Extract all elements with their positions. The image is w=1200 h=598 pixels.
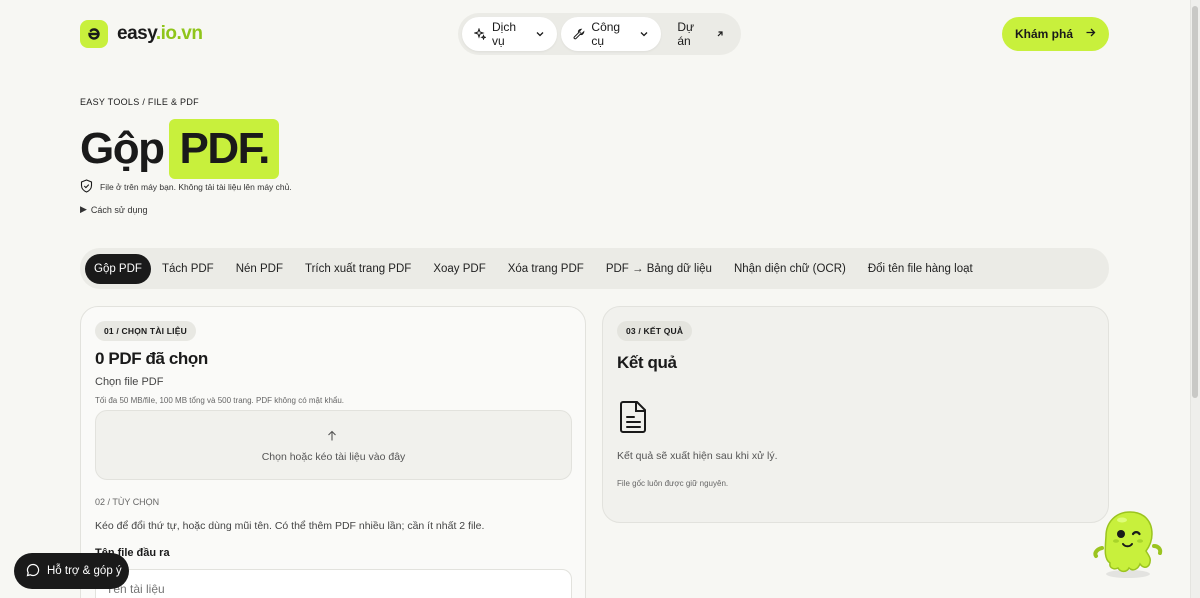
privacy-note-text: File ở trên máy bạn. Không tải tài liệu … [100, 182, 292, 192]
logo-icon [80, 20, 108, 48]
select-documents-panel: 01 / CHỌN TÀI LIỆU 0 PDF đã chọn Chọn fi… [80, 306, 586, 598]
arrow-up-icon [326, 429, 338, 447]
arrow-right-icon [1085, 27, 1096, 41]
selected-count-heading: 0 PDF đã chọn [95, 349, 208, 368]
mascot-icon[interactable] [1092, 506, 1164, 587]
nav-projects-label: Dự án [677, 20, 695, 48]
document-icon [619, 400, 649, 439]
logo[interactable]: easy.io.vn [80, 20, 203, 48]
chevron-down-icon [639, 29, 649, 39]
privacy-note: File ở trên máy bạn. Không tải tài liệu … [80, 179, 292, 195]
tab-ocr[interactable]: Nhận diện chữ (OCR) [723, 254, 857, 284]
nav-projects[interactable]: Dự án [665, 17, 737, 51]
breadcrumb: EASY TOOLS / FILE & PDF [80, 97, 199, 107]
reorder-instructions: Kéo để đổi thứ tự, hoặc dùng mũi tên. Có… [95, 520, 485, 532]
explore-button-label: Khám phá [1014, 27, 1073, 41]
tab-extract-pages[interactable]: Trích xuất trang PDF [294, 254, 422, 284]
explore-button[interactable]: Khám phá [1002, 17, 1109, 51]
options-label: 02 / TÙY CHỌN [95, 497, 160, 507]
tab-merge-pdf[interactable]: Gộp PDF [85, 253, 151, 284]
arrow-up-right-icon [715, 29, 725, 39]
howto-label: Cách sử dụng [90, 204, 148, 215]
file-limits: Tối đa 50 MB/file, 100 MB tổng và 500 tr… [95, 396, 345, 405]
shield-check-icon [80, 179, 93, 195]
title-highlight: PDF. [169, 119, 279, 179]
chat-bubble-icon [26, 563, 40, 580]
chevron-down-icon [535, 29, 545, 39]
output-name-input[interactable] [95, 569, 572, 598]
tab-rotate-pdf[interactable]: Xoay PDF [422, 254, 496, 284]
file-dropzone[interactable]: Chọn hoặc kéo tài liệu vào đây [95, 410, 572, 480]
dropzone-text: Chọn hoặc kéo tài liệu vào đây [261, 451, 406, 463]
tab-split-pdf[interactable]: Tách PDF [151, 254, 225, 284]
support-label: Hỗ trợ & góp ý [47, 565, 122, 577]
tool-tabs: Gộp PDF Tách PDF Nén PDF Trích xuất tran… [80, 248, 1109, 289]
tab-delete-pages[interactable]: Xóa trang PDF [497, 254, 595, 284]
choose-file-label: Chọn file PDF [95, 376, 164, 388]
howto-toggle[interactable]: ▶ Cách sử dụng [80, 204, 147, 215]
nav-tools[interactable]: Công cụ [561, 17, 662, 51]
step-badge: 03 / KẾT QUẢ [617, 321, 693, 341]
sparkle-icon [474, 28, 486, 40]
original-preserved-note: File gốc luôn được giữ nguyên. [617, 479, 729, 488]
step-badge: 01 / CHỌN TÀI LIỆU [95, 321, 196, 341]
nav-tools-label: Công cụ [591, 20, 621, 48]
nav-services-label: Dịch vụ [492, 20, 517, 48]
tab-batch-rename[interactable]: Đổi tên file hàng loạt [857, 254, 984, 284]
main-nav: Dịch vụ Công cụ Dự án [458, 13, 741, 55]
tab-pdf-to-table[interactable]: PDF → Bảng dữ liệu [595, 254, 723, 284]
result-heading: Kết quả [617, 353, 677, 372]
support-feedback-button[interactable]: Hỗ trợ & góp ý [14, 553, 129, 589]
vertical-scrollbar[interactable] [1190, 0, 1200, 598]
title-plain: Gộp [80, 124, 165, 173]
result-placeholder: Kết quả sẽ xuất hiện sau khi xử lý. [617, 450, 778, 462]
result-panel: 03 / KẾT QUẢ Kết quả Kết quả sẽ xuất hiệ… [602, 306, 1109, 523]
scrollbar-thumb[interactable] [1192, 6, 1198, 398]
nav-services[interactable]: Dịch vụ [462, 17, 558, 51]
logo-text: easy.io.vn [117, 23, 203, 44]
tab-compress-pdf[interactable]: Nén PDF [225, 254, 294, 284]
wrench-icon [573, 28, 585, 40]
page-title: Gộp PDF. [80, 119, 279, 179]
triangle-right-icon: ▶ [80, 204, 87, 214]
